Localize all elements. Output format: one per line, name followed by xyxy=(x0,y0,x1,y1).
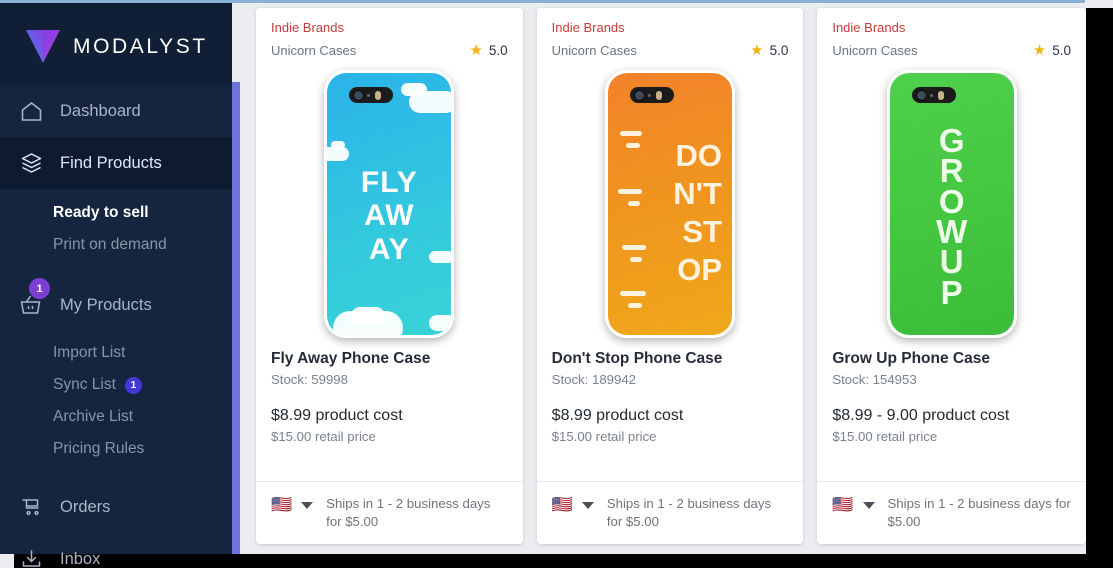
rating-value: 5.0 xyxy=(488,43,508,58)
sidebar-subitem-print-on-demand-label: Print on demand xyxy=(53,236,167,253)
rating: ★ 5.0 xyxy=(750,43,788,58)
sidebar-item-dashboard[interactable]: Dashboard xyxy=(0,85,232,137)
chevron-down-icon[interactable] xyxy=(301,501,314,509)
sidebar: MODALYST Dashboard Find Products Ready t… xyxy=(0,3,232,568)
supplier-label: Unicorn Cases xyxy=(271,43,357,58)
product-card-body: Don't Stop Phone Case Stock: 189942 $8.9… xyxy=(537,350,804,464)
sidebar-item-find-products[interactable]: Find Products xyxy=(0,137,232,189)
sidebar-subitem-archive-list-label: Archive List xyxy=(53,408,134,425)
supplier-label: Unicorn Cases xyxy=(551,43,637,58)
sidebar-item-inbox-label: Inbox xyxy=(60,549,101,568)
sidebar-item-inbox[interactable]: Inbox xyxy=(0,533,232,568)
case-artwork-text: FLY AW AY xyxy=(360,165,418,266)
app-window: MODALYST Dashboard Find Products Ready t… xyxy=(0,0,1113,568)
product-card-body: Fly Away Phone Case Stock: 59998 $8.99 p… xyxy=(256,350,523,464)
product-stock: Stock: 154953 xyxy=(832,372,917,387)
product-retail-price: $15.00 retail price xyxy=(832,429,938,444)
us-flag-icon: 🇺🇸 xyxy=(551,494,573,514)
product-stock: Stock: 189942 xyxy=(551,372,636,387)
product-image-area[interactable]: DO N'T ST OP xyxy=(537,58,804,350)
product-title[interactable]: Fly Away Phone Case xyxy=(271,350,508,368)
sidebar-scrollbar[interactable] xyxy=(232,82,240,554)
dont-stop-phone-case-image: DO N'T ST OP xyxy=(605,70,735,338)
sidebar-subitem-pricing-rules-label: Pricing Rules xyxy=(53,440,145,457)
product-retail-price: $15.00 retail price xyxy=(271,429,376,444)
shipping-text: Ships in 1 - 2 business days for $5.00 xyxy=(887,495,1071,530)
sidebar-item-dashboard-label: Dashboard xyxy=(60,101,141,120)
brand-label[interactable]: Indie Brands xyxy=(271,20,508,35)
product-card-header: Indie Brands Unicorn Cases ★ 5.0 xyxy=(817,8,1086,58)
brand-label[interactable]: Indie Brands xyxy=(552,20,789,35)
app-logo-text: MODALYST xyxy=(73,34,208,58)
product-card[interactable]: Indie Brands Unicorn Cases ★ 5.0 xyxy=(817,8,1086,544)
us-flag-icon: 🇺🇸 xyxy=(271,494,293,514)
product-card-grid: Indie Brands Unicorn Cases ★ 5.0 FLY AW … xyxy=(256,8,1086,544)
rating-value: 5.0 xyxy=(769,43,789,58)
chevron-down-icon[interactable] xyxy=(862,501,875,509)
camera-icon xyxy=(630,87,674,103)
sidebar-item-my-products[interactable]: 1 My Products xyxy=(0,278,232,331)
sidebar-item-my-products-label: My Products xyxy=(60,295,152,314)
shipping-text: Ships in 1 - 2 business days for $5.00 xyxy=(326,495,491,530)
star-icon: ★ xyxy=(469,42,483,59)
product-cost: $8.99 product cost xyxy=(271,407,403,424)
sidebar-subitem-ready-to-sell-label: Ready to sell xyxy=(53,204,149,221)
product-card-header: Indie Brands Unicorn Cases ★ 5.0 xyxy=(537,8,804,58)
product-title[interactable]: Don't Stop Phone Case xyxy=(552,350,789,368)
product-card-header: Indie Brands Unicorn Cases ★ 5.0 xyxy=(256,8,523,58)
home-icon xyxy=(14,96,48,126)
app-logo[interactable]: MODALYST xyxy=(26,30,208,63)
us-flag-icon: 🇺🇸 xyxy=(832,494,854,514)
camera-icon xyxy=(911,87,956,103)
inbox-download-icon xyxy=(14,544,48,568)
sync-list-badge: 1 xyxy=(124,376,142,394)
sidebar-subitem-pricing-rules[interactable]: Pricing Rules xyxy=(0,433,232,465)
sidebar-subitem-import-list[interactable]: Import List xyxy=(0,337,232,369)
star-icon: ★ xyxy=(1032,42,1047,59)
product-cost: $8.99 - 9.00 product cost xyxy=(832,407,1010,424)
product-image-area[interactable]: FLY AW AY xyxy=(256,58,523,350)
shipping-row[interactable]: 🇺🇸 Ships in 1 - 2 business days for $5.0… xyxy=(536,480,804,544)
product-image-area[interactable]: G R O W U P xyxy=(817,58,1086,350)
shipping-row[interactable]: 🇺🇸 Ships in 1 - 2 business days for $5.0… xyxy=(817,480,1086,544)
brand-label[interactable]: Indie Brands xyxy=(832,20,1071,35)
star-icon: ★ xyxy=(750,42,764,59)
layers-icon xyxy=(14,148,48,178)
supplier-label: Unicorn Cases xyxy=(832,43,918,58)
chevron-down-icon[interactable] xyxy=(581,501,594,509)
sidebar-subitem-sync-list-label: Sync List xyxy=(53,376,116,393)
my-products-badge: 1 xyxy=(29,278,50,299)
sidebar-subitem-import-list-label: Import List xyxy=(53,344,126,361)
product-stock: Stock: 59998 xyxy=(271,372,348,387)
product-card-body: Grow Up Phone Case Stock: 154953 $8.99 -… xyxy=(817,350,1086,464)
sidebar-item-orders-label: Orders xyxy=(60,497,111,516)
basket-icon: 1 xyxy=(14,278,50,320)
product-retail-price: $15.00 retail price xyxy=(551,429,657,444)
rating: ★ 5.0 xyxy=(469,43,507,58)
sidebar-item-orders[interactable]: Orders xyxy=(0,481,232,533)
sidebar-subitem-ready-to-sell[interactable]: Ready to sell xyxy=(0,197,232,229)
camera-icon xyxy=(349,87,394,103)
case-artwork-text: DO N'T ST OP xyxy=(673,138,722,287)
product-title[interactable]: Grow Up Phone Case xyxy=(832,350,1071,368)
modalyst-m-logo-icon xyxy=(26,30,60,63)
product-card[interactable]: Indie Brands Unicorn Cases ★ 5.0 xyxy=(256,8,523,544)
sidebar-item-find-products-label: Find Products xyxy=(60,153,162,172)
sidebar-subitem-archive-list[interactable]: Archive List xyxy=(0,401,232,433)
sidebar-subitem-print-on-demand[interactable]: Print on demand xyxy=(0,229,232,261)
grow-up-phone-case-image: G R O W U P xyxy=(886,70,1017,338)
rating: ★ 5.0 xyxy=(1033,43,1071,58)
shipping-text: Ships in 1 - 2 business days for $5.00 xyxy=(606,495,772,530)
sidebar-subitem-sync-list[interactable]: Sync List 1 xyxy=(0,369,232,401)
window-right-shadow xyxy=(1086,8,1113,568)
cart-icon xyxy=(14,492,48,522)
product-results-panel: Indie Brands Unicorn Cases ★ 5.0 FLY AW … xyxy=(240,3,1086,554)
rating-value: 5.0 xyxy=(1052,43,1071,58)
product-card[interactable]: Indie Brands Unicorn Cases ★ 5.0 xyxy=(536,8,804,544)
fly-away-phone-case-image: FLY AW AY xyxy=(324,70,455,338)
case-artwork-text: G R O W U P xyxy=(936,121,968,311)
product-cost: $8.99 product cost xyxy=(551,407,684,424)
sidebar-nav: Dashboard Find Products Ready to sell Pr… xyxy=(0,85,232,568)
shipping-row[interactable]: 🇺🇸 Ships in 1 - 2 business days for $5.0… xyxy=(256,480,523,544)
